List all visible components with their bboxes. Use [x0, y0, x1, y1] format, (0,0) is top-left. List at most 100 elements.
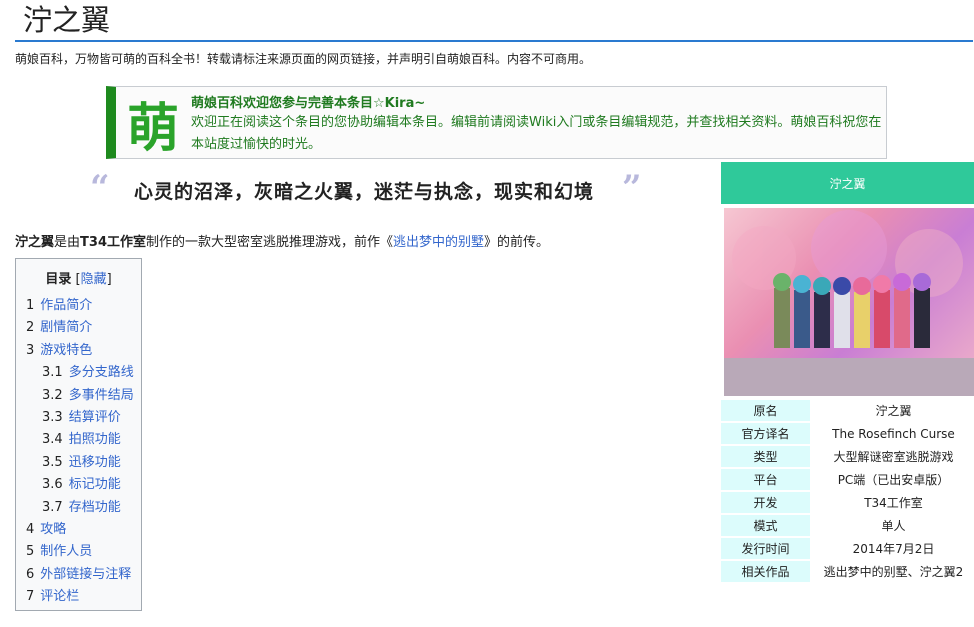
toc-item-number: 3.4 [42, 432, 63, 448]
toc-item-number: 3 [26, 342, 35, 358]
infobox-row: 发行时间 2014年7月2日 [721, 538, 974, 559]
toc-item-label[interactable]: 攻略 [40, 522, 66, 537]
infobox: 泞之翼 原名 泞之翼 官方译名 The Rosefinch Curse 类型 大… [721, 162, 974, 582]
cover-image [724, 208, 974, 396]
toc-item-label[interactable]: 评论栏 [40, 589, 79, 604]
notice-body: 欢迎正在阅读这个条目的您协助编辑本条目。编辑前请阅读Wiki入门或条目编辑规范，… [191, 112, 891, 156]
close-quote-icon: ” [622, 168, 642, 208]
toc-item-label[interactable]: 作品简介 [40, 298, 92, 313]
toc-item[interactable]: 6 外部链接与注释 [16, 564, 141, 586]
intro-text-3: 》的前传。 [484, 235, 550, 250]
toc-item-number: 3.5 [42, 454, 63, 470]
toc-item-label[interactable]: 存档功能 [69, 500, 121, 515]
page-title: 泞之翼 [23, 3, 111, 37]
toc-item[interactable]: 7 评论栏 [16, 586, 141, 608]
intro-game-title: 泞之翼 [15, 235, 55, 250]
toc-item[interactable]: 4 攻略 [16, 519, 141, 541]
toc-item[interactable]: 2 剧情简介 [16, 317, 141, 339]
infobox-value: 大型解谜密室逃脱游戏 [833, 450, 954, 464]
toc-hide-button[interactable]: 隐藏 [81, 272, 107, 287]
infobox-row: 官方译名 The Rosefinch Curse [721, 423, 974, 444]
toc-item-label[interactable]: 拍照功能 [69, 432, 121, 447]
toc-item[interactable]: 3.1 多分支路线 [16, 362, 141, 384]
toc-item-number: 4 [26, 522, 35, 538]
cover-characters-illustration [732, 210, 963, 348]
toc-item[interactable]: 3 游戏特色 [16, 340, 141, 362]
infobox-label: 发行时间 [721, 538, 810, 559]
infobox-value: PC端（已出安卓版） [837, 473, 950, 487]
toc-item-label[interactable]: 多事件结局 [69, 388, 134, 403]
toc-item-number: 6 [26, 566, 35, 582]
toc-item-number: 3.1 [42, 365, 63, 381]
toc-item[interactable]: 3.6 标记功能 [16, 474, 141, 496]
infobox-label: 原名 [721, 400, 810, 421]
toc-item-label[interactable]: 制作人员 [40, 544, 92, 559]
toc-item-number: 3.7 [42, 499, 63, 515]
toc-item[interactable]: 3.5 迅移功能 [16, 452, 141, 474]
toc-item-label[interactable]: 多分支路线 [69, 365, 134, 380]
intro-paragraph: 泞之翼是由T34工作室制作的一款大型密室逃脱推理游戏，前作《逃出梦中的别墅》的前… [15, 231, 549, 250]
notice-title: 萌娘百科欢迎您参与完善本条目☆Kira~ [191, 96, 426, 111]
toc-item[interactable]: 3.2 多事件结局 [16, 385, 141, 407]
toc-item-number: 5 [26, 544, 35, 560]
toc-item-label[interactable]: 标记功能 [69, 477, 121, 492]
toc-item[interactable]: 3.3 结算评价 [16, 407, 141, 429]
toc-item-number: 7 [26, 589, 35, 605]
infobox-label: 平台 [721, 469, 810, 490]
infobox-value: The Rosefinch Curse [832, 426, 955, 441]
toc-item-number: 3.6 [42, 477, 63, 493]
toc-heading-row: 目录 [隐藏] [16, 268, 141, 287]
notice-text-2: 。编辑前请阅读 [438, 115, 530, 130]
quote-text: 心灵的沼泽，灰暗之火翼，迷茫与执念，现实和幻境 [134, 181, 595, 203]
edit-rules-link[interactable]: 条目编辑规范 [595, 115, 673, 130]
intro-text-1: 是由 [54, 235, 81, 250]
toc-item[interactable]: 3.4 拍照功能 [16, 429, 141, 451]
toc-item-label[interactable]: 剧情简介 [40, 320, 92, 335]
infobox-row: 原名 泞之翼 [721, 400, 974, 421]
toc-item-number: 3.3 [42, 410, 63, 426]
wiki-intro-link[interactable]: Wiki入门 [529, 115, 582, 130]
toc-item-label[interactable]: 游戏特色 [40, 343, 92, 358]
infobox-row: 平台 PC端（已出安卓版） [721, 469, 974, 490]
intro-text-2: 制作的一款大型密室逃脱推理游戏，前作《 [146, 235, 394, 250]
toc-item[interactable]: 3.7 存档功能 [16, 497, 141, 519]
epigraph-quote: “ 心灵的沼泽，灰暗之火翼，迷茫与执念，现实和幻境 ” [90, 168, 650, 210]
welcome-notice: 萌 萌娘百科欢迎您参与完善本条目☆Kira~ 欢迎正在阅读这个条目的您协助编辑本… [106, 86, 887, 159]
moe-logo-icon: 萌 [126, 97, 179, 159]
toc-item-number: 1 [26, 298, 35, 313]
notice-text-1: 欢迎正在阅读这个条目的您协助 [191, 115, 374, 130]
toc-item-label[interactable]: 外部链接与注释 [40, 567, 131, 582]
toc-item-number: 3.2 [42, 387, 63, 403]
infobox-value: 2014年7月2日 [852, 542, 935, 556]
infobox-label: 类型 [721, 446, 810, 467]
infobox-label: 官方译名 [721, 423, 810, 444]
edit-entry-link[interactable]: 编辑本条目 [373, 115, 438, 130]
intro-studio: T34工作室 [80, 235, 146, 250]
infobox-title: 泞之翼 [721, 162, 974, 204]
toc-heading: 目录 [45, 272, 72, 287]
toc-list: 1 作品简介 2 剧情简介 3 游戏特色 3.1 多分支路线 3.2 多事件结局 3.3 结算评价 3.… [16, 295, 141, 609]
infobox-value: 单人 [881, 519, 906, 533]
table-of-contents: 目录 [隐藏] 1 作品简介 2 剧情简介 3 游戏特色 3.1 多分支路线 3.2 多事件结局 3… [15, 258, 142, 611]
infobox-row: 模式 单人 [721, 515, 974, 536]
infobox-value-link[interactable]: 逃出梦中的别墅、泞之翼2 [813, 561, 974, 582]
infobox-label: 模式 [721, 515, 810, 536]
toc-hide-close: ] [106, 272, 112, 287]
toc-item-label[interactable]: 结算评价 [69, 410, 121, 425]
open-quote-icon: “ [90, 168, 110, 208]
infobox-row: 开发 T34工作室 [721, 492, 974, 513]
infobox-value: 泞之翼 [875, 404, 912, 418]
infobox-label: 相关作品 [721, 561, 810, 582]
site-subtitle: 萌娘百科，万物皆可萌的百科全书！转载请标注来源页面的网页链接，并声明引自萌娘百科… [15, 52, 592, 66]
infobox-label: 开发 [721, 492, 810, 513]
toc-hide-open: [ [71, 272, 81, 287]
page-title-bar: 泞之翼 [15, 0, 973, 42]
notice-text-3: 或 [582, 115, 596, 130]
toc-item[interactable]: 1 作品简介 [16, 295, 141, 317]
toc-item-label[interactable]: 迅移功能 [69, 455, 121, 470]
infobox-row: 相关作品 逃出梦中的别墅、泞之翼2 [721, 561, 974, 582]
toc-item[interactable]: 5 制作人员 [16, 541, 141, 563]
infobox-row: 类型 大型解谜密室逃脱游戏 [721, 446, 974, 467]
toc-item-number: 2 [26, 320, 35, 336]
prequel-link[interactable]: 逃出梦中的别墅 [393, 235, 484, 250]
